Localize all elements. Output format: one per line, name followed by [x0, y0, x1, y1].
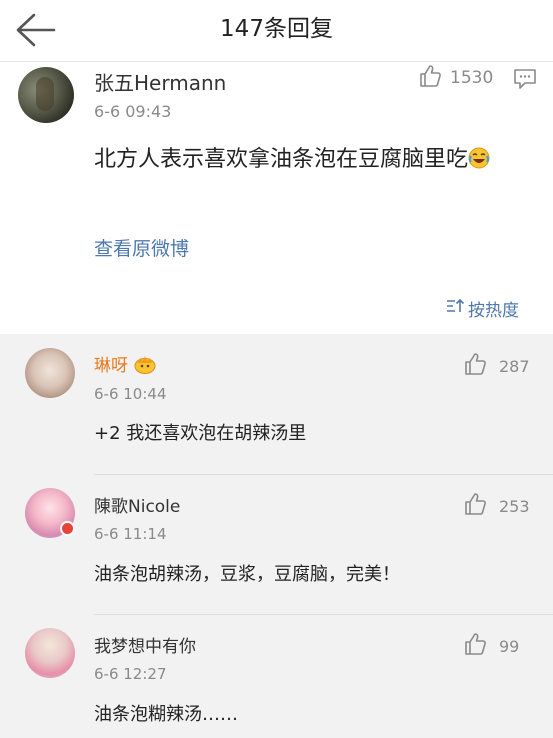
timestamp: 6-6 12:27	[94, 665, 167, 683]
avatar[interactable]	[18, 67, 74, 123]
reply-text: +2 我还喜欢泡在胡辣汤里	[94, 423, 307, 444]
reply-text: 油条泡胡辣汤，豆浆，豆腐脑，完美！	[94, 564, 400, 585]
divider	[94, 474, 553, 475]
page-title: 147条回复	[220, 16, 333, 42]
view-original-post-link[interactable]: 查看原微博	[94, 234, 189, 261]
divider	[94, 614, 553, 615]
arrow-left-icon	[14, 11, 64, 49]
comment-text: 北方人表示喜欢拿油条泡在豆腐脑里吃	[94, 147, 469, 172]
like-button[interactable]: 1530	[418, 65, 493, 91]
avatar[interactable]	[25, 628, 75, 678]
verified-badge-icon	[60, 521, 75, 536]
thumbs-up-icon	[418, 64, 442, 92]
reply-item: 陳歌Nicole 6-6 11:14 253 油条泡胡辣汤，豆浆，豆腐脑，完美！	[0, 474, 553, 614]
timestamp: 6-6 09:43	[94, 102, 172, 121]
sort-icon	[446, 298, 468, 319]
reply-text: 油条泡糊辣汤……	[94, 704, 238, 725]
reply-item: 琳呀 6-6 10:44 287 +2 我还喜欢泡在胡辣汤里	[0, 334, 553, 474]
main-comment: 张五Hermann 6-6 09:43 1530 北方人表示喜欢拿油条泡在豆腐脑…	[0, 62, 553, 334]
reply-author[interactable]: 陳歌Nicole	[94, 492, 180, 517]
sort-label: 按热度	[468, 301, 519, 321]
reply-author[interactable]: 琳呀	[94, 351, 156, 379]
author-name[interactable]: 张五Hermann	[94, 67, 226, 96]
avatar[interactable]	[25, 348, 75, 398]
laughing-crying-emoji-icon	[468, 145, 490, 169]
thumbs-up-icon	[463, 632, 487, 660]
like-count: 287	[499, 356, 530, 376]
like-count: 99	[499, 636, 520, 656]
comment-icon	[513, 69, 537, 94]
comment-body: 北方人表示喜欢拿油条泡在豆腐脑里吃	[94, 142, 514, 178]
timestamp: 6-6 10:44	[94, 385, 167, 403]
thumbs-up-icon	[463, 352, 487, 380]
thumbs-up-icon	[463, 492, 487, 520]
back-button[interactable]	[14, 11, 64, 51]
like-button[interactable]: 99	[463, 632, 519, 660]
top-nav-bar: 147条回复	[0, 0, 553, 62]
reply-button[interactable]	[513, 68, 537, 94]
timestamp: 6-6 11:14	[94, 525, 167, 543]
reply-author[interactable]: 我梦想中有你	[94, 632, 196, 657]
like-count: 1530	[450, 68, 494, 88]
like-button[interactable]: 253	[463, 492, 530, 520]
crown-badge-icon	[134, 354, 156, 379]
like-button[interactable]: 287	[463, 352, 530, 380]
sort-by-popularity-button[interactable]: 按热度	[446, 296, 519, 321]
reply-item: 我梦想中有你 6-6 12:27 99 油条泡糊辣汤……	[0, 614, 553, 738]
like-count: 253	[499, 496, 530, 516]
